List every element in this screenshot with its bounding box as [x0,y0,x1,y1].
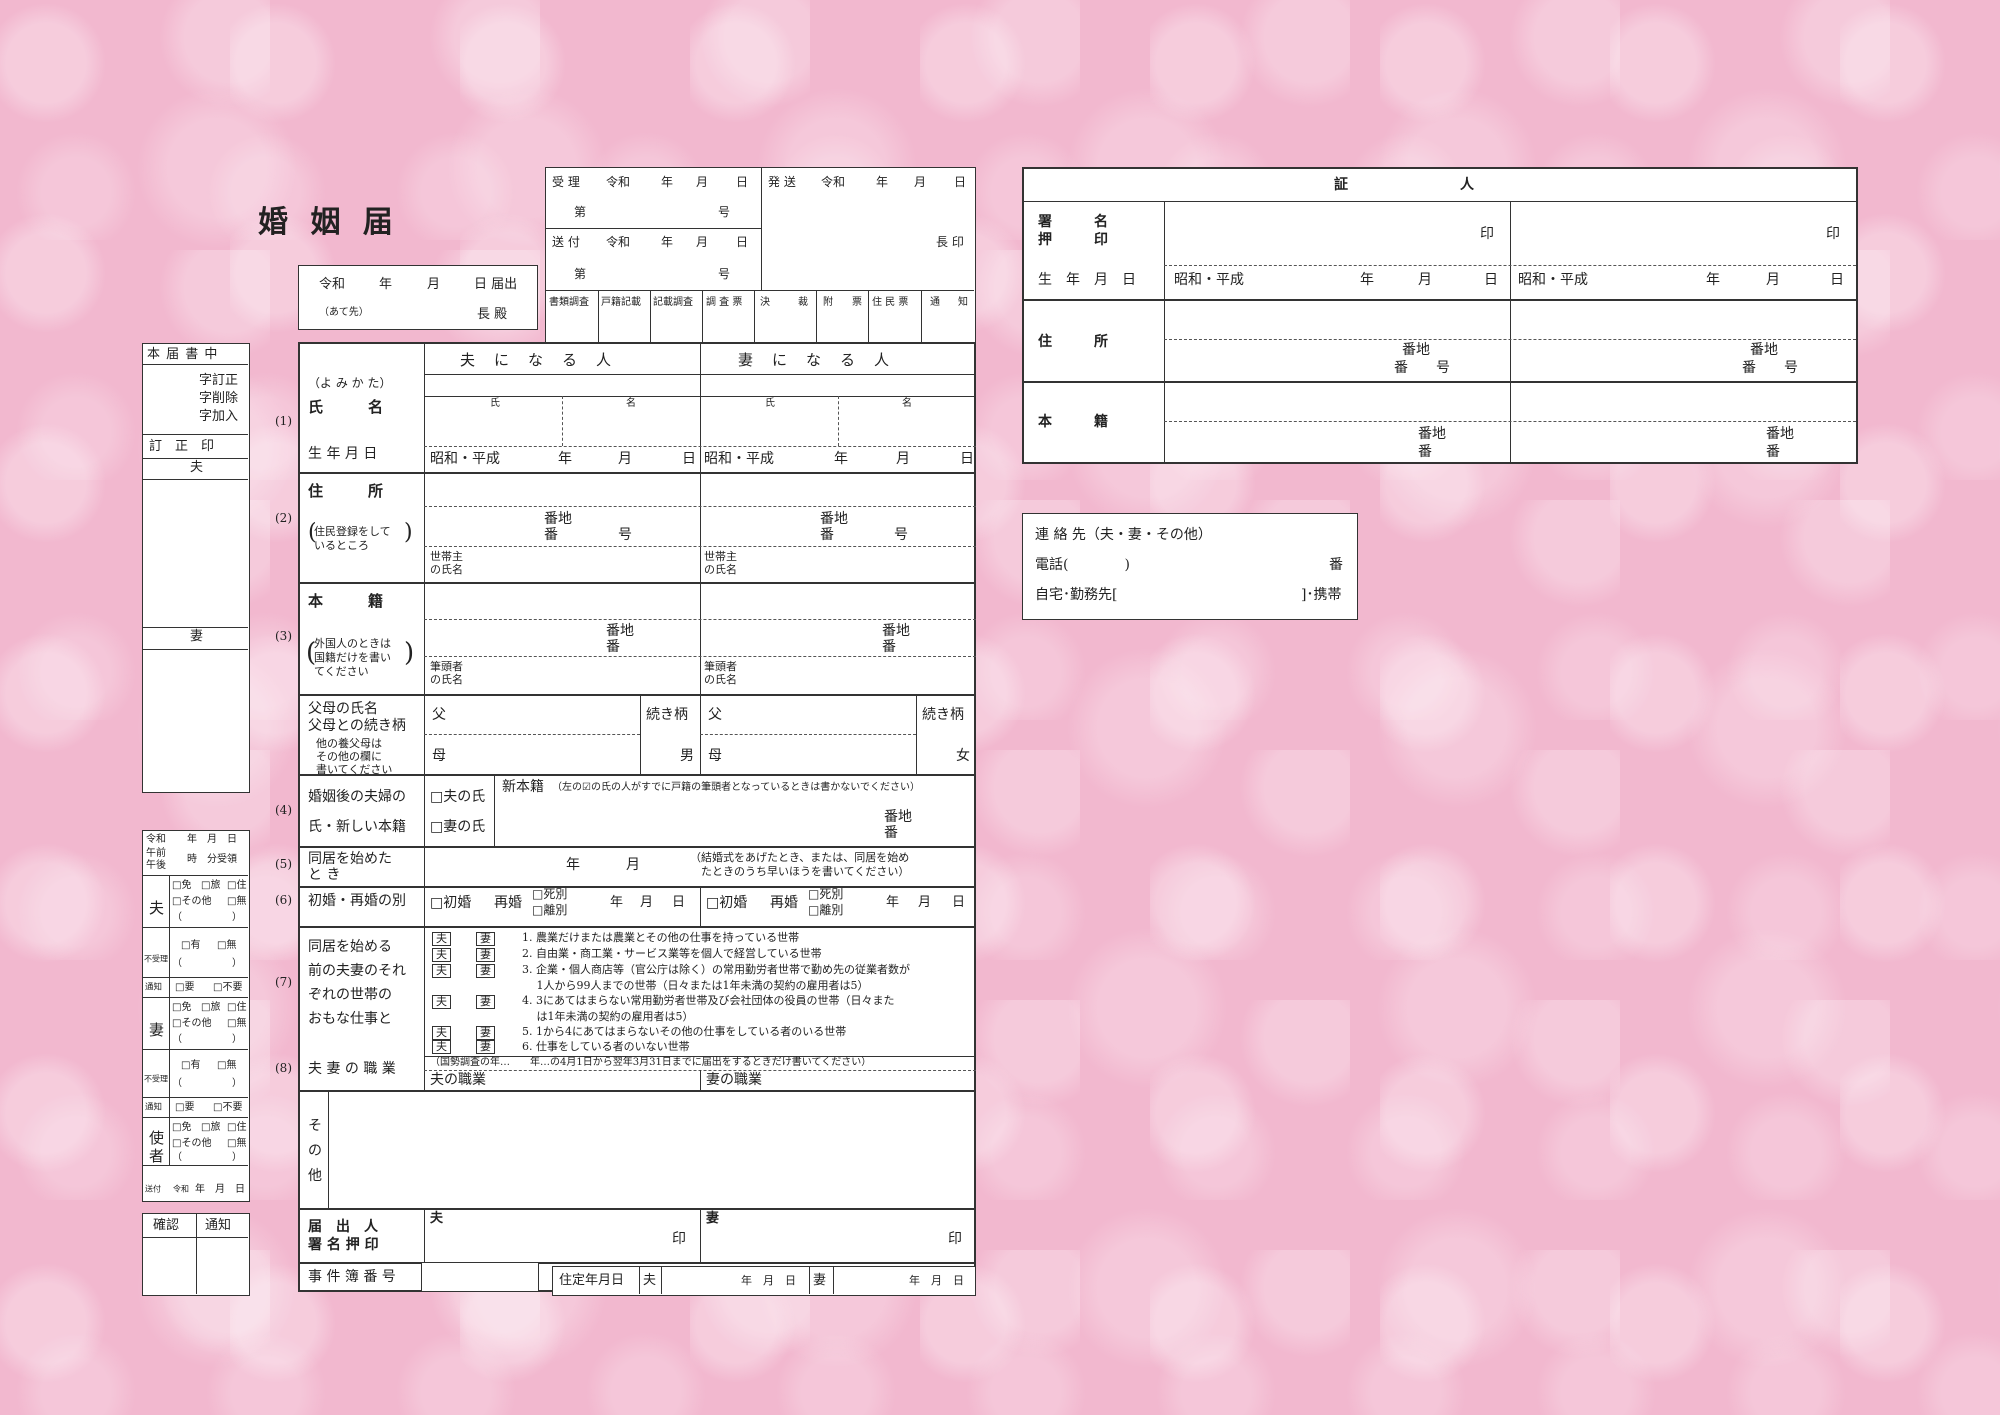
domicile-label: 本 籍 [308,592,384,610]
work-2-wife[interactable]: 妻 [476,948,495,962]
wife-name-field[interactable] [702,398,974,444]
office-use-box: 受 理 令和 年 月 日 第 号 送 付 令和 年 月 日 第 号 発 送 令和… [545,167,976,345]
send-out-label: 送 付 [552,235,580,249]
wife-first-marriage-checkbox[interactable]: □初婚 [706,896,747,910]
witness-2-signature[interactable] [1512,203,1854,263]
work-6-wife[interactable]: 妻 [476,1040,495,1054]
work-5-husband[interactable]: 夫 [432,1026,451,1040]
work-6-husband[interactable]: 夫 [432,1040,451,1054]
work-3-husband[interactable]: 夫 [432,964,451,978]
other-notes-field[interactable] [330,1092,974,1206]
husband-surname-checkbox[interactable]: □夫の氏 [430,790,485,804]
witness-box: 証 人 署 名 押 印 印 印 生 年 月 日 昭和・平成 年 月 日 昭和・平… [1022,167,1858,464]
work-4-wife[interactable]: 妻 [476,995,495,1009]
witness-1-signature[interactable] [1166,203,1508,263]
address-label: 住 所 [308,482,384,500]
work-4-husband[interactable]: 夫 [432,995,451,1009]
work-1-husband[interactable]: 夫 [432,932,451,946]
husband-first-marriage-checkbox[interactable]: □初婚 [430,896,471,910]
husband-signature-field[interactable] [426,1210,698,1260]
work-1-wife[interactable]: 妻 [476,932,495,946]
page: { "title": "婚 姻 届", "office": { "receive… [0,0,2000,1415]
filing-date-box[interactable]: 令和 年 月 日 届出 （あて先） 長 殿 [298,265,538,330]
wife-divorced-checkbox[interactable]: □離別 [808,904,843,916]
husband-divorced-checkbox[interactable]: □離別 [532,904,567,916]
wife-surname-checkbox[interactable]: □妻の氏 [430,820,485,834]
work-5-wife[interactable]: 妻 [476,1026,495,1040]
work-3-wife[interactable]: 妻 [476,964,495,978]
correction-box: 本 届 書 中 字訂正 字削除 字加入 訂 正 印 夫 妻 [142,343,250,793]
wife-header: 妻 に な る 人 [738,351,892,369]
main-form: 夫 に な る 人 妻 に な る 人 （よ み か た） 氏 名 氏 名 氏 … [298,342,976,1292]
name-label: 氏 名 [308,398,384,416]
confirm-notice-box: 確認 通知 [142,1213,250,1296]
wife-bereaved-checkbox[interactable]: □死別 [808,888,843,900]
witness-header: 証 人 [1334,177,1474,193]
husband-name-field[interactable] [426,398,698,444]
contact-box[interactable]: 連 絡 先（夫・妻・その他） 電話( ) 番 自宅･勤務先[ ]･携帯 [1022,513,1358,620]
form-title: 婚 姻 届 [258,205,399,240]
dispatch-label: 発 送 [768,175,796,189]
work-2-husband[interactable]: 夫 [432,948,451,962]
reception-box: 令和 年 月 日 午前 午後 時 分受領 夫 □免 □旅 □住 □その他 □無 … [142,830,250,1202]
residence-date-box: 住定年月日 夫 年 月 日 妻 年 月 日 [552,1266,976,1296]
receive-label: 受 理 [552,175,580,189]
case-number-field[interactable] [421,1262,539,1292]
wife-signature-field[interactable] [702,1210,974,1260]
husband-header: 夫 に な る 人 [460,351,614,369]
husband-bereaved-checkbox[interactable]: □死別 [532,888,567,900]
